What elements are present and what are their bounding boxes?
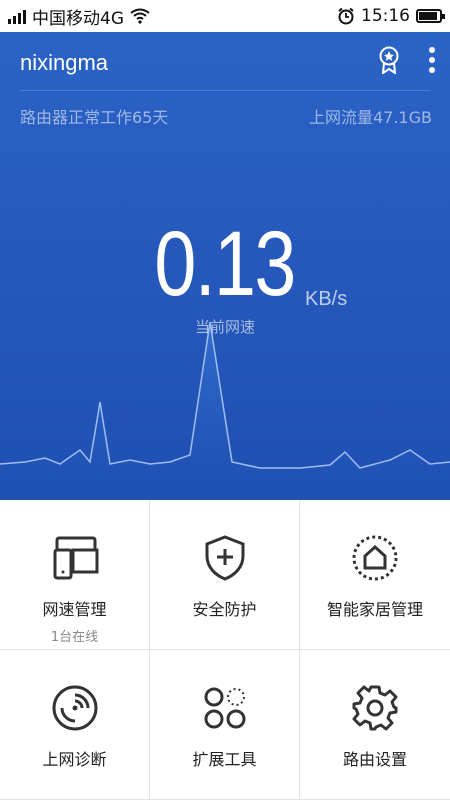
badge-icon[interactable] xyxy=(378,46,400,74)
tools-icon xyxy=(204,687,245,729)
menu-router-settings[interactable]: 路由设置 xyxy=(300,650,450,800)
menu-tools[interactable]: 扩展工具 xyxy=(150,650,300,800)
router-status-panel: nixingma 路由器正常工作65天 上网流量47.1GB 0.13 KB/s… xyxy=(0,32,450,500)
menu-label: 网速管理 xyxy=(42,600,107,619)
traffic-text: 上网流量47.1GB xyxy=(308,108,432,127)
alarm-icon xyxy=(338,7,354,25)
menu-label: 路由设置 xyxy=(342,750,407,769)
shield-plus-icon xyxy=(205,535,244,581)
current-speed-label: 当前网速 xyxy=(194,318,255,336)
cell-signal-icon xyxy=(8,8,26,24)
carrier-label: 中国移动4G xyxy=(32,8,124,29)
menu-label: 上网诊断 xyxy=(42,750,107,769)
current-speed-value: 0.13 xyxy=(154,213,297,315)
router-name: nixingma xyxy=(20,50,109,75)
more-menu-icon[interactable] xyxy=(428,46,436,74)
menu-smart-home[interactable]: 智能家居管理 xyxy=(300,500,450,650)
status-bar: 中国移动4G 15:16 xyxy=(0,0,450,32)
uptime-text: 路由器正常工作65天 xyxy=(20,108,169,127)
diagnosis-icon xyxy=(52,685,97,731)
feature-grid: 网速管理 1台在线 安全防护 智能家居管理 上网诊断 扩展工具 路由设置 xyxy=(0,500,450,800)
wifi-icon xyxy=(130,8,150,24)
menu-label: 智能家居管理 xyxy=(326,600,423,619)
online-count: 1台在线 xyxy=(50,630,99,645)
clock-time: 15:16 xyxy=(361,6,410,26)
devices-icon xyxy=(53,536,98,580)
header-divider xyxy=(20,90,430,91)
menu-speed-management[interactable]: 网速管理 1台在线 xyxy=(0,500,150,650)
battery-icon xyxy=(416,9,445,23)
menu-diagnosis[interactable]: 上网诊断 xyxy=(0,650,150,800)
smart-home-icon xyxy=(352,535,398,581)
gear-icon xyxy=(352,685,398,731)
menu-label: 扩展工具 xyxy=(192,750,257,769)
menu-label: 安全防护 xyxy=(192,600,257,619)
speed-unit: KB/s xyxy=(305,288,348,310)
menu-security[interactable]: 安全防护 xyxy=(150,500,300,650)
